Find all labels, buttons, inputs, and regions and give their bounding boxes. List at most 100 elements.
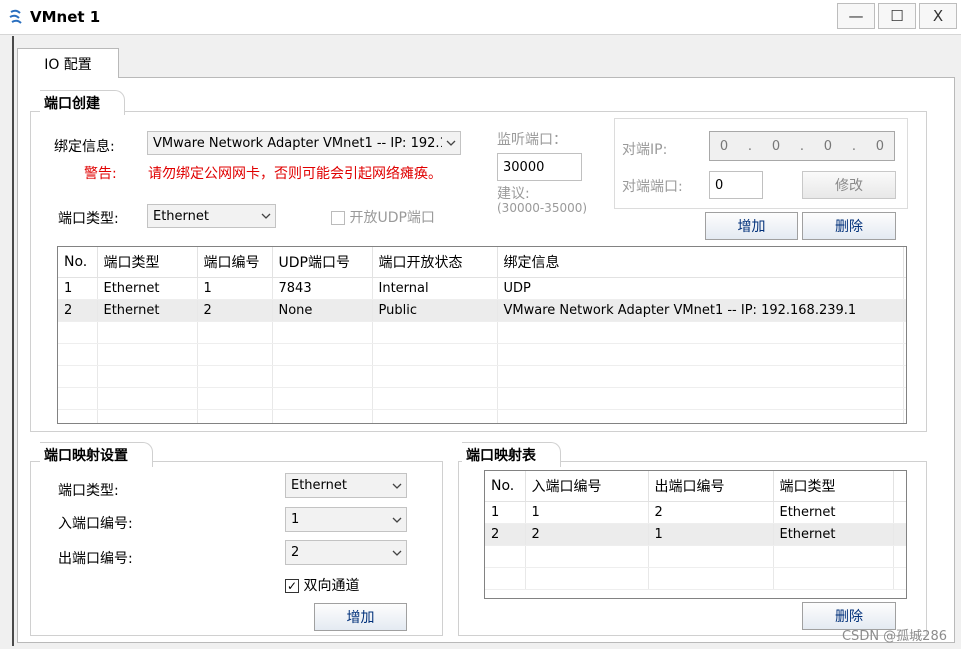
udp-port-toggle[interactable]: 开放UDP端口 (331, 207, 435, 227)
column-header-filler (893, 471, 906, 502)
column-header[interactable]: 端口编号 (197, 247, 273, 278)
column-header[interactable]: 端口类型 (97, 247, 198, 278)
port-mapping-settings-title: 端口映射设置 (40, 442, 153, 467)
table-row[interactable]: 2 Ethernet 2 None Public VMware Network … (58, 299, 906, 322)
ip-octet: 0 (823, 138, 833, 154)
suggest-range: (30000-35000) (497, 201, 588, 215)
column-header[interactable]: No. (58, 247, 98, 278)
table-cell: VMware Network Adapter VMnet1 -- IP: 192… (497, 299, 904, 322)
port-type-select[interactable]: Ethernet (147, 204, 276, 228)
bidirectional-toggle[interactable]: ✓ 双向通道 (285, 575, 359, 595)
chevron-down-icon (257, 213, 275, 219)
port-table[interactable]: No. 端口类型 端口编号 UDP端口号 端口开放状态 绑定信息 1 Ether… (57, 246, 907, 424)
in-port-label: 入端口编号: (58, 516, 133, 532)
chevron-down-icon (388, 550, 406, 556)
chevron-down-icon (388, 517, 406, 523)
out-port-select[interactable]: 2 (285, 540, 407, 565)
tab-io-config[interactable]: IO 配置 (17, 48, 119, 78)
column-header[interactable]: 出端口编号 (648, 471, 774, 502)
in-port-value: 1 (291, 512, 300, 527)
udp-port-checkbox[interactable] (331, 211, 345, 225)
table-cell: 2 (525, 523, 649, 546)
maximize-button[interactable]: ☐ (878, 3, 916, 29)
table-cell: 2 (58, 299, 98, 322)
empty-row (58, 321, 906, 344)
table-cell: UDP (497, 277, 904, 300)
table-cell: 1 (58, 277, 98, 300)
table-cell: 2 (648, 501, 774, 524)
column-header[interactable]: 端口类型 (773, 471, 894, 502)
in-port-select[interactable]: 1 (285, 507, 407, 532)
watermark: CSDN @孤城286 (841, 629, 947, 644)
table-cell: Ethernet (773, 523, 894, 546)
out-port-label: 出端口编号: (58, 551, 133, 567)
table-header-row: No. 入端口编号 出端口编号 端口类型 (485, 471, 906, 502)
table-row[interactable]: 1 Ethernet 1 7843 Internal UDP (58, 277, 906, 300)
warning-label: 警告: (84, 166, 117, 182)
table-header-row: No. 端口类型 端口编号 UDP端口号 端口开放状态 绑定信息 (58, 247, 906, 278)
mapping-type-select[interactable]: Ethernet (285, 473, 407, 498)
empty-row (58, 343, 906, 366)
mapping-type-label: 端口类型: (58, 483, 119, 499)
table-cell: Ethernet (97, 299, 198, 322)
table-cell: Public (372, 299, 498, 322)
ip-octet: 0 (771, 138, 781, 154)
listen-port-input[interactable]: 30000 (497, 153, 582, 181)
ip-octet: 0 (719, 138, 729, 154)
table-cell: None (272, 299, 373, 322)
column-header-filler (903, 247, 906, 278)
title-bar (0, 0, 961, 35)
table-cell: Internal (372, 277, 498, 300)
minimize-icon: — (848, 7, 864, 25)
column-header[interactable]: 端口开放状态 (372, 247, 498, 278)
mapping-table[interactable]: No. 入端口编号 出端口编号 端口类型 1 1 2 Ethernet 2 2 … (484, 470, 907, 599)
peer-port-label: 对端端口: (622, 179, 683, 195)
table-cell: 2 (197, 299, 273, 322)
mapping-type-value: Ethernet (291, 478, 347, 493)
peer-ip-input[interactable]: 0. 0. 0. 0 (709, 131, 895, 161)
close-button[interactable]: X (919, 3, 957, 29)
column-header[interactable]: 绑定信息 (497, 247, 904, 278)
table-cell: Ethernet (773, 501, 894, 524)
udp-port-label: 开放UDP端口 (349, 210, 435, 226)
port-type-value: Ethernet (153, 208, 209, 224)
minimize-button[interactable]: — (837, 3, 875, 29)
empty-row (58, 409, 906, 423)
bind-info-select[interactable]: VMware Network Adapter VMnet1 -- IP: 192… (147, 131, 461, 155)
listen-port-label: 监听端口： (497, 132, 567, 148)
port-create-title: 端口创建 (40, 90, 125, 115)
port-type-label: 端口类型: (58, 211, 119, 227)
empty-row (58, 365, 906, 388)
bind-info-value: VMware Network Adapter VMnet1 -- IP: 192… (153, 135, 442, 151)
empty-row (485, 567, 906, 590)
delete-port-button[interactable]: 删除 (802, 212, 896, 240)
column-header[interactable]: No. (485, 471, 526, 502)
ip-octet: 0 (875, 138, 885, 154)
modify-button[interactable]: 修改 (802, 171, 896, 199)
empty-row (58, 387, 906, 410)
maximize-icon: ☐ (890, 7, 904, 25)
out-port-value: 2 (291, 545, 300, 560)
bind-info-label: 绑定信息: (54, 139, 115, 155)
chevron-down-icon (388, 483, 406, 489)
table-cell: 1 (648, 523, 774, 546)
add-port-button[interactable]: 增加 (705, 212, 798, 240)
add-mapping-button[interactable]: 增加 (314, 603, 407, 631)
bidirectional-checkbox[interactable]: ✓ (285, 579, 299, 593)
column-header[interactable]: 入端口编号 (525, 471, 649, 502)
chevron-down-icon (442, 140, 460, 146)
table-cell: 1 (485, 501, 526, 524)
port-mapping-table-title: 端口映射表 (462, 442, 561, 467)
close-icon: X (932, 7, 944, 25)
table-row[interactable]: 2 2 1 Ethernet (485, 523, 906, 546)
table-cell: 1 (525, 501, 649, 524)
warning-text: 请勿绑定公网网卡，否则可能会引起网络瘫痪。 (148, 166, 442, 182)
table-row[interactable]: 1 1 2 Ethernet (485, 501, 906, 524)
peer-ip-label: 对端IP: (622, 142, 668, 158)
table-cell: 1 (197, 277, 273, 300)
peer-port-input[interactable]: 0 (709, 171, 763, 199)
column-header[interactable]: UDP端口号 (272, 247, 373, 278)
table-cell: 2 (485, 523, 526, 546)
table-cell: 7843 (272, 277, 373, 300)
bidirectional-label: 双向通道 (303, 578, 360, 594)
